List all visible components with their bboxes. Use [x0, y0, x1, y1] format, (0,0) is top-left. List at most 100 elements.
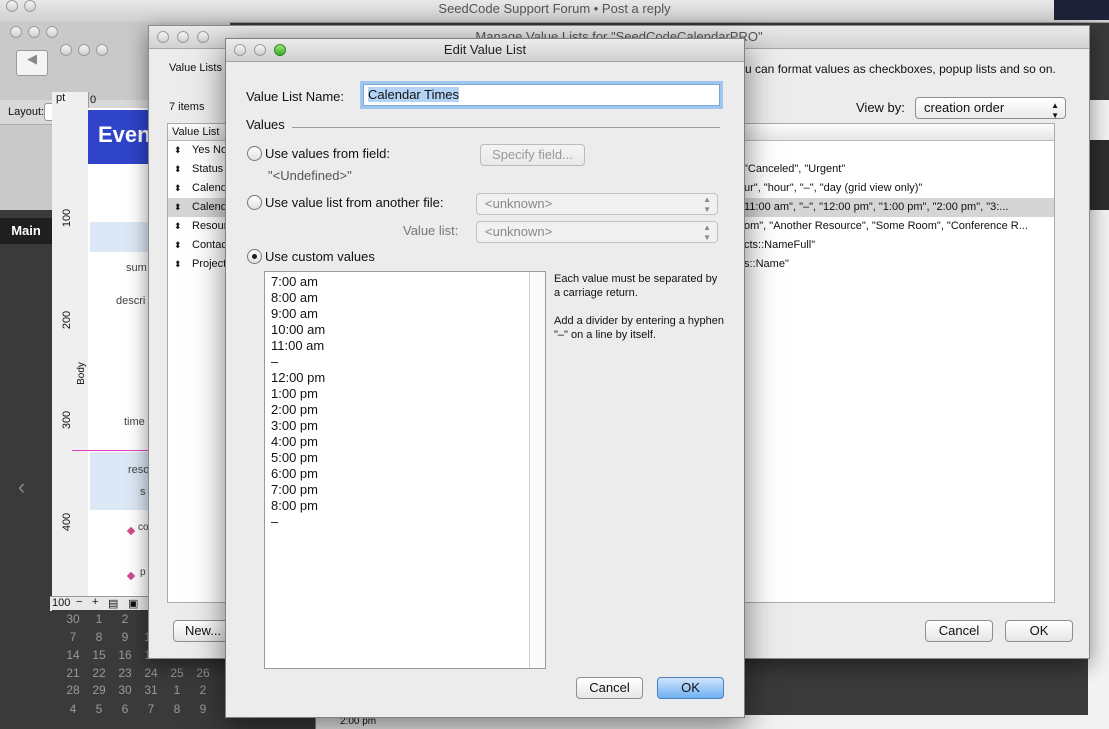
zoom-in-icon[interactable]: + — [92, 596, 98, 608]
value-list-name-input[interactable]: Calendar Times — [363, 84, 720, 106]
browser-close-button[interactable] — [6, 0, 18, 12]
layout-zoom-button[interactable] — [96, 44, 108, 56]
calendar-row: 456789 — [69, 702, 207, 716]
manage-cancel-button[interactable]: Cancel — [925, 620, 993, 642]
updown-arrows-icon: ▲ ▼ — [703, 223, 711, 242]
browser-minimize-button[interactable] — [24, 0, 36, 12]
another-file-label[interactable]: Use value list from another file: — [265, 195, 443, 210]
custom-value-line: 8:00 pm — [271, 498, 318, 513]
zoom-out-icon[interactable]: − — [76, 596, 82, 608]
hint-separator: Each value must be separated by a carria… — [554, 273, 718, 299]
dialog-close-button[interactable] — [234, 44, 246, 56]
custom-value-line: 12:00 pm — [271, 370, 326, 385]
drag-handle-icon[interactable]: ⬍ — [174, 236, 182, 255]
layout-minimize-button[interactable] — [78, 44, 90, 56]
manage-ok-button[interactable]: OK — [1005, 620, 1073, 642]
hint-divider: Add a divider by entering a hyphen "–" o… — [554, 315, 725, 341]
dialog-minimize-button[interactable] — [254, 44, 266, 56]
field-label: p — [140, 567, 146, 578]
calendar-row: 28 29 30 31 1 2 — [66, 683, 207, 697]
custom-value-line: 7:00 pm — [271, 482, 318, 497]
cancel-button[interactable]: Cancel — [576, 677, 643, 699]
drag-handle-icon[interactable]: ⬍ — [174, 255, 182, 274]
ruler-tick-0: 0 — [90, 94, 97, 106]
fm-minimize-button[interactable] — [28, 26, 40, 38]
manage-close-button[interactable] — [157, 31, 169, 43]
new-button[interactable]: New... — [173, 620, 233, 642]
file-popup[interactable]: <unknown> ▲ ▼ — [476, 193, 718, 215]
intro-text: u can format values as checkboxes, popup… — [745, 62, 1056, 76]
ruler-tick-200: 200 — [61, 310, 74, 330]
drag-handle-icon[interactable]: ⬍ — [174, 217, 182, 236]
custom-value-line: 4:00 pm — [271, 434, 318, 449]
edit-value-list-dialog: Edit Value List Value List Name: Calenda… — [225, 38, 745, 718]
back-arrow-icon[interactable]: ◀ — [16, 50, 48, 76]
drag-handle-icon[interactable]: ⬍ — [174, 198, 182, 217]
custom-value-line: 5:00 pm — [271, 450, 318, 465]
ruler-tick-300: 300 — [61, 410, 74, 430]
layout-label: Layout: — [8, 106, 45, 118]
custom-value-line: 6:00 pm — [271, 466, 318, 481]
calendar-row: 21 22 23 24 25 26 — [66, 666, 210, 680]
fm-close-button[interactable] — [10, 26, 22, 38]
textarea-scrollbar[interactable] — [529, 272, 545, 668]
fm-zoom-button[interactable] — [46, 26, 58, 38]
custom-value-line: 8:00 am — [271, 290, 318, 305]
radio-value-list-another-file[interactable] — [247, 195, 262, 210]
status-toggle-icon[interactable]: ▣ — [128, 597, 138, 610]
layout-view-icon[interactable]: ▤ — [108, 597, 118, 610]
values-from-field-label[interactable]: Use values from field: — [265, 146, 390, 161]
updown-arrows-icon: ▲ ▼ — [703, 195, 711, 214]
file-popup-value: <unknown> — [485, 196, 553, 211]
dark-background-corner — [1054, 0, 1109, 20]
undefined-field-text: "<Undefined>" — [268, 168, 352, 183]
background-right-dark — [1088, 140, 1109, 210]
drag-handle-icon[interactable]: ⬍ — [174, 141, 182, 160]
field-label: s — [140, 486, 146, 498]
view-by-value: creation order — [924, 100, 1005, 115]
custom-value-line: 9:00 am — [271, 306, 318, 321]
body-part-label: Body — [75, 362, 87, 385]
vertical-ruler: pt 0 100 200 300 400 Body — [52, 92, 96, 597]
field-label: co — [138, 522, 149, 533]
sidebar-dark — [0, 210, 52, 729]
ok-button[interactable]: OK — [657, 677, 724, 699]
custom-value-line: – — [271, 514, 279, 529]
custom-values-textarea[interactable]: 7:00 am 8:00 am 9:00 am 10:00 am 11:00 a… — [264, 271, 546, 669]
manage-zoom-button[interactable] — [197, 31, 209, 43]
field-label: descri — [116, 295, 146, 307]
custom-values-label[interactable]: Use custom values — [265, 249, 375, 264]
value-list-popup[interactable]: <unknown> ▲ ▼ — [476, 221, 718, 243]
chevron-left-icon[interactable]: ‹ — [18, 474, 25, 500]
drag-handle-icon[interactable]: ⬍ — [174, 179, 182, 198]
values-divider — [292, 127, 720, 128]
updown-arrows-icon: ▲ ▼ — [1051, 101, 1059, 120]
view-by-popup[interactable]: creation order ▲ ▼ — [915, 97, 1066, 120]
zoom-level: 100 — [52, 597, 71, 609]
field-label: time — [124, 416, 145, 428]
values-heading: Values — [246, 117, 285, 132]
specify-field-button[interactable]: Specify field... — [480, 144, 585, 166]
layout-close-button[interactable] — [60, 44, 72, 56]
dialog-zoom-button[interactable] — [274, 44, 286, 56]
custom-value-line: 2:00 pm — [271, 402, 318, 417]
custom-value-line: – — [271, 354, 279, 369]
field-label: sum — [126, 262, 147, 274]
value-list-label: Value list: — [403, 223, 459, 238]
custom-value-line: 3:00 pm — [271, 418, 318, 433]
drag-handle-icon[interactable]: ⬍ — [174, 160, 182, 179]
radio-values-from-field[interactable] — [247, 146, 262, 161]
value-list-name-value: Calendar Times — [368, 87, 460, 102]
ruler-unit: pt — [56, 92, 66, 104]
custom-value-line: 10:00 am — [271, 322, 326, 337]
radio-custom-values[interactable] — [247, 249, 262, 264]
item-count: 7 items — [169, 101, 205, 113]
dialog-title: Edit Value List — [226, 39, 744, 62]
manage-minimize-button[interactable] — [177, 31, 189, 43]
value-list-popup-value: <unknown> — [485, 224, 553, 239]
tab-main[interactable]: Main — [0, 218, 52, 244]
column-header-name[interactable]: Value List — [172, 124, 220, 140]
intro-text: Value Lists — [169, 62, 222, 74]
custom-value-line: 11:00 am — [271, 338, 325, 353]
ruler-tick-400: 400 — [61, 512, 74, 532]
